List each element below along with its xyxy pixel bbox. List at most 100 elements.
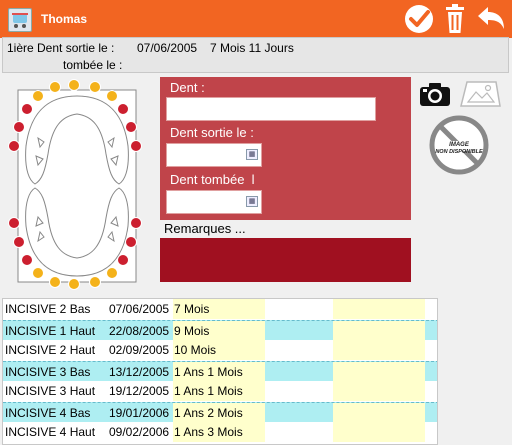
date-cell: 19/01/2006 [109, 402, 175, 423]
empty-cell [265, 422, 333, 442]
tooth-lower-1[interactable] [49, 276, 61, 288]
empty-cell [333, 402, 425, 423]
remarks-input[interactable] [160, 238, 411, 282]
tooth-lower-3[interactable] [32, 267, 44, 279]
empty-cell [425, 361, 437, 382]
tooth-cell: INCISIVE 2 Haut [5, 340, 105, 360]
tooth-upper-10[interactable] [130, 140, 142, 152]
tooth-cell: INCISIVE 2 Bas [5, 299, 105, 319]
empty-cell [265, 381, 333, 401]
tooth-upper-2[interactable] [89, 81, 101, 93]
image-unavailable-icon: IMAGE NON DISPONIBLE [428, 114, 490, 176]
first-tooth-date: 07/06/2005 [137, 41, 198, 55]
date-cell: 19/12/2005 [109, 381, 175, 401]
window-title: Thomas [41, 12, 88, 26]
table-row[interactable]: INCISIVE 1 Haut 22/08/2005 9 Mois [3, 319, 437, 341]
calendar-icon[interactable]: ▦ [246, 149, 258, 160]
empty-cell [265, 340, 333, 360]
empty-cell [265, 320, 333, 341]
out-date-label: Dent sortie le : [170, 125, 254, 140]
remarks-label: Remarques ... [164, 221, 246, 236]
empty-cell [333, 361, 425, 382]
first-tooth-age: 7 Mois 11 Jours [210, 41, 294, 55]
date-cell: 22/08/2005 [109, 320, 175, 341]
date-cell: 13/12/2005 [109, 361, 175, 382]
empty-cell [425, 422, 437, 442]
chart-frame [17, 89, 137, 283]
first-tooth-label: 1ière Dent sortie le : [7, 41, 115, 55]
table-row[interactable]: INCISIVE 3 Bas 13/12/2005 1 Ans 1 Mois [3, 360, 437, 382]
tooth-cell: INCISIVE 3 Haut [5, 381, 105, 401]
age-cell: 1 Ans 3 Mois [173, 422, 266, 442]
empty-cell [425, 320, 437, 341]
empty-cell [425, 402, 437, 423]
age-cell: 1 Ans 2 Mois [173, 402, 266, 423]
image-frame-icon[interactable] [458, 78, 502, 110]
tooth-lower-8[interactable] [125, 236, 137, 248]
empty-cell [425, 340, 437, 360]
fallen-label: tombée le : [63, 58, 123, 72]
tooth-upper-0[interactable] [68, 79, 80, 91]
table-row[interactable]: INCISIVE 4 Haut 09/02/2006 1 Ans 3 Mois [3, 422, 437, 442]
fallen-date-label: Dent tombée l [170, 172, 255, 187]
age-cell: 1 Ans 1 Mois [173, 381, 266, 401]
age-cell: 1 Ans 1 Mois [173, 361, 266, 382]
tooth-cell: INCISIVE 1 Haut [5, 320, 105, 341]
back-button[interactable] [475, 3, 507, 35]
tooth-lower-2[interactable] [89, 276, 101, 288]
empty-cell [265, 402, 333, 423]
tooth-label: Dent : [170, 80, 205, 95]
date-cell: 02/09/2005 [109, 340, 175, 360]
tooth-lower-0[interactable] [68, 278, 80, 290]
undo-arrow-icon [478, 7, 504, 29]
tooth-lower-6[interactable] [117, 254, 129, 266]
empty-cell [425, 299, 437, 319]
tooth-upper-4[interactable] [106, 90, 118, 102]
tooth-upper-5[interactable] [21, 103, 33, 115]
check-circle-icon [405, 5, 433, 33]
trash-icon [446, 4, 464, 33]
empty-cell [333, 381, 425, 401]
date-cell: 09/02/2006 [109, 422, 175, 442]
date-cell: 07/06/2005 [109, 299, 175, 319]
empty-cell [333, 320, 425, 341]
tooth-upper-3[interactable] [32, 90, 44, 102]
table-row[interactable]: INCISIVE 2 Bas 07/06/2005 7 Mois [3, 299, 437, 319]
table-row[interactable]: INCISIVE 3 Haut 19/12/2005 1 Ans 1 Mois [3, 381, 437, 401]
tooth-lower-4[interactable] [106, 267, 118, 279]
tooth-lower-5[interactable] [21, 254, 33, 266]
empty-cell [265, 361, 333, 382]
info-panel: 1ière Dent sortie le : 07/06/2005 7 Mois… [2, 37, 509, 73]
tooth-chart-svg [8, 79, 142, 290]
empty-cell [333, 340, 425, 360]
tooth-lower-7[interactable] [13, 236, 25, 248]
delete-button[interactable] [439, 3, 471, 35]
calendar-icon[interactable]: ▦ [246, 196, 258, 207]
tooth-upper-8[interactable] [125, 121, 137, 133]
baby-icon [8, 8, 32, 32]
empty-cell [333, 422, 425, 442]
empty-cell [333, 299, 425, 319]
validate-button[interactable] [403, 3, 435, 35]
no-image-text-2: NON DISPONIBLE [435, 149, 483, 155]
tooth-cell: INCISIVE 3 Bas [5, 361, 105, 382]
tooth-cell: INCISIVE 4 Haut [5, 422, 105, 442]
table-row[interactable]: INCISIVE 4 Bas 19/01/2006 1 Ans 2 Mois [3, 401, 437, 423]
empty-cell [425, 381, 437, 401]
tooth-chart [0, 76, 158, 294]
tooth-upper-1[interactable] [49, 81, 61, 93]
age-cell: 7 Mois [173, 299, 266, 319]
no-image-text-1: IMAGE [449, 142, 470, 148]
tooth-upper-6[interactable] [117, 103, 129, 115]
age-cell: 9 Mois [173, 320, 266, 341]
tooth-upper-9[interactable] [8, 140, 20, 152]
title-bar: Thomas [0, 0, 512, 38]
tooth-lower-9[interactable] [8, 217, 20, 229]
tooth-lower-10[interactable] [130, 217, 142, 229]
tooth-form-panel: Dent : Dent sortie le : ▦ Dent tombée l … [160, 77, 411, 220]
camera-icon[interactable] [419, 80, 451, 108]
tooth-upper-7[interactable] [13, 121, 25, 133]
teeth-table: INCISIVE 2 Bas 07/06/2005 7 Mois INCISIVE 1… [2, 298, 438, 445]
tooth-input[interactable] [166, 97, 376, 121]
table-row[interactable]: INCISIVE 2 Haut 02/09/2005 10 Mois [3, 340, 437, 360]
